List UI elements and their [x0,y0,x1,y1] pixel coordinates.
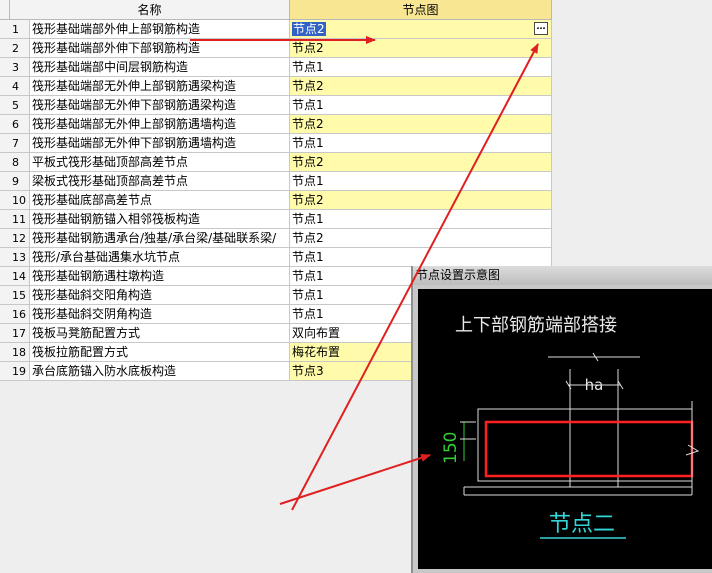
setting-name-cell[interactable]: 梁板式筏形基础顶部高差节点 [30,172,290,191]
setting-name-cell[interactable]: 筏形基础底部高差节点 [30,191,290,210]
header-node[interactable]: 节点图 [290,0,552,20]
table-row[interactable]: 7 筏形基础端部无外伸下部钢筋遇墙构造 节点1 [0,134,552,153]
selected-node-value[interactable]: 节点2 [292,22,326,36]
row-number: 17 [0,324,30,343]
setting-name-cell[interactable]: 筏形基础端部无外伸上部钢筋遇墙构造 [30,115,290,134]
row-number: 12 [0,229,30,248]
table-row[interactable]: 5 筏形基础端部无外伸下部钢筋遇梁构造 节点1 [0,96,552,115]
row-number: 5 [0,96,30,115]
node-diagram-canvas: 上下部钢筋端部搭接 ha 150 节点二 [418,289,712,569]
table-row[interactable]: 9 梁板式筏形基础顶部高差节点 节点1 [0,172,552,191]
setting-name-cell[interactable]: 筏形基础端部无外伸下部钢筋遇墙构造 [30,134,290,153]
node-value-cell[interactable]: 节点1 [290,172,552,191]
node-value-cell[interactable]: 节点2 … [290,20,552,39]
node-value-cell[interactable]: 节点1 [290,134,552,153]
setting-name-cell[interactable]: 承台底筋锚入防水底板构造 [30,362,290,381]
node-value-cell[interactable]: 节点2 [290,115,552,134]
row-number: 15 [0,286,30,305]
row-number: 4 [0,77,30,96]
setting-name-cell[interactable]: 筏形基础端部外伸上部钢筋构造 [30,20,290,39]
setting-name-cell[interactable]: 筏板马凳筋配置方式 [30,324,290,343]
table-row[interactable]: 6 筏形基础端部无外伸上部钢筋遇墙构造 节点2 [0,115,552,134]
node-diagram: 上下部钢筋端部搭接 ha 150 节点二 [441,315,700,539]
header-name[interactable]: 名称 [10,0,290,20]
arrow-to-diagram [279,453,431,505]
node-value-cell[interactable]: 节点2 [290,39,552,58]
slab-outline [477,408,693,482]
setting-name-cell[interactable]: 筏形基础端部无外伸下部钢筋遇梁构造 [30,96,290,115]
row-number: 11 [0,210,30,229]
node-value-cell[interactable]: 节点2 [290,153,552,172]
setting-name-cell[interactable]: 筏形基础端部中间层钢筋构造 [30,58,290,77]
table-row[interactable]: 11 筏形基础钢筋锚入相邻筏板构造 节点1 [0,210,552,229]
node-value-cell[interactable]: 节点2 [290,77,552,96]
table-row[interactable]: 13 筏形/承台基础遇集水坑节点 节点1 [0,248,552,267]
setting-name-cell[interactable]: 筏形基础钢筋锚入相邻筏板构造 [30,210,290,229]
setting-name-cell[interactable]: 平板式筏形基础顶部高差节点 [30,153,290,172]
row-number: 19 [0,362,30,381]
row-number: 1 [0,20,30,39]
node-value-cell[interactable]: 节点1 [290,248,552,267]
node-value-cell[interactable]: 节点1 [290,210,552,229]
table-row[interactable]: 8 平板式筏形基础顶部高差节点 节点2 [0,153,552,172]
row-number: 8 [0,153,30,172]
node-preview-panel: 节点设置示意图 上下部钢筋端部搭接 ha 150 节点二 [411,266,712,573]
row-number: 18 [0,343,30,362]
setting-name-cell[interactable]: 筏形/承台基础遇集水坑节点 [30,248,290,267]
node-value-cell[interactable]: 节点2 [290,229,552,248]
setting-name-cell[interactable]: 筏形基础斜交阴角构造 [30,305,290,324]
setting-name-cell[interactable]: 筏形基础钢筋遇承台/独基/承台梁/基础联系梁/ [30,229,290,248]
table-row[interactable]: 10 筏形基础底部高差节点 节点2 [0,191,552,210]
dim-ha-label: ha [585,376,604,394]
node-value-cell[interactable]: 节点1 [290,58,552,77]
table-row[interactable]: 3 筏形基础端部中间层钢筋构造 节点1 [0,58,552,77]
row-number: 14 [0,267,30,286]
table-row[interactable]: 4 筏形基础端部无外伸上部钢筋遇梁构造 节点2 [0,77,552,96]
header-corner [0,0,10,20]
node-value-cell[interactable]: 节点1 [290,96,552,115]
table-row[interactable]: 2 筏形基础端部外伸下部钢筋构造 节点2 [0,39,552,58]
row-number: 10 [0,191,30,210]
ellipsis-button[interactable]: … [534,22,548,35]
row-number: 6 [0,115,30,134]
rebar-red [484,420,694,478]
panel-title: 节点设置示意图 [413,266,712,285]
setting-name-cell[interactable]: 筏形基础端部无外伸上部钢筋遇梁构造 [30,77,290,96]
node-label: 节点二 [549,512,615,537]
row-number: 7 [0,134,30,153]
row-number: 9 [0,172,30,191]
setting-name-cell[interactable]: 筏形基础斜交阳角构造 [30,286,290,305]
setting-name-cell[interactable]: 筏形基础钢筋遇柱墩构造 [30,267,290,286]
row-number: 3 [0,58,30,77]
row-number: 13 [0,248,30,267]
setting-name-cell[interactable]: 筏板拉筋配置方式 [30,343,290,362]
diagram-title: 上下部钢筋端部搭接 [455,315,617,336]
node-value-cell[interactable]: 节点2 [290,191,552,210]
row-number: 16 [0,305,30,324]
table-row[interactable]: 12 筏形基础钢筋遇承台/独基/承台梁/基础联系梁/节点2 [0,229,552,248]
dim-150-label: 150 [441,432,461,464]
table-row[interactable]: 1 筏形基础端部外伸上部钢筋构造 节点2 … [0,20,552,39]
row-number: 2 [0,39,30,58]
setting-name-cell[interactable]: 筏形基础端部外伸下部钢筋构造 [30,39,290,58]
